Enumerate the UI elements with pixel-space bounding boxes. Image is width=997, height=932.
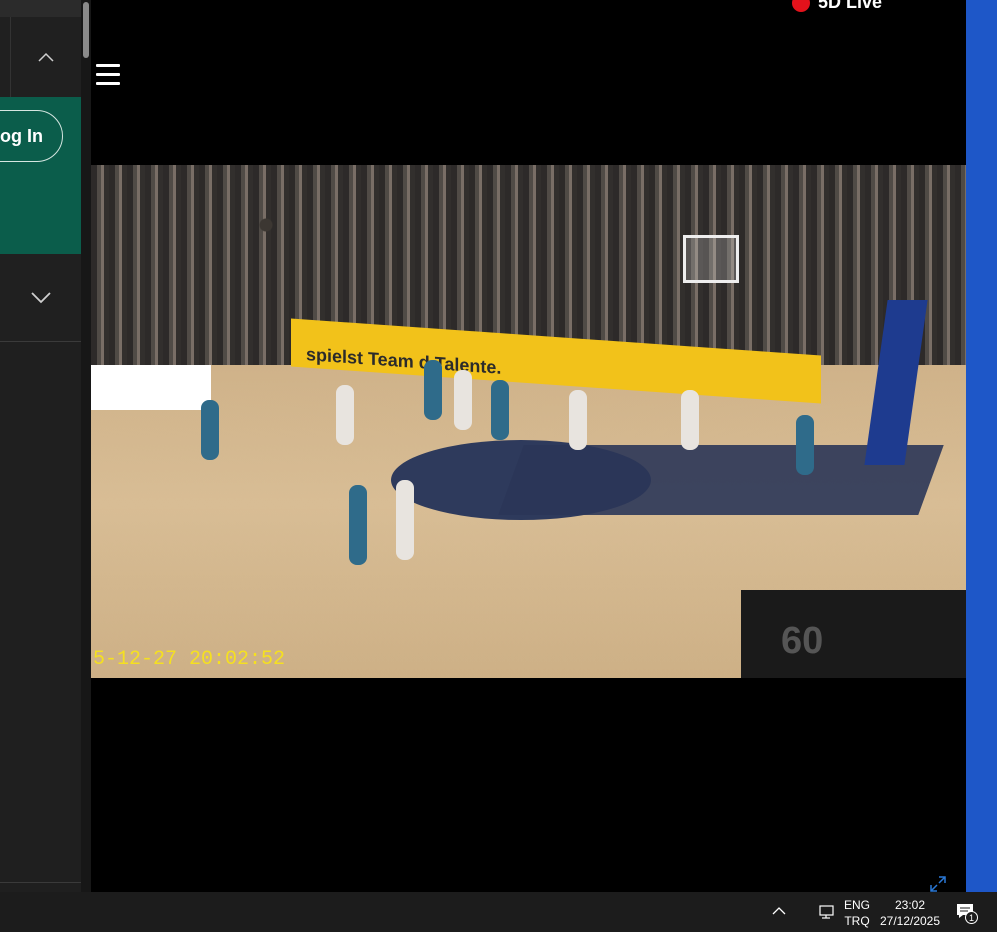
athlete bbox=[201, 400, 219, 460]
hamburger-icon[interactable] bbox=[96, 64, 122, 86]
ad-board-left bbox=[91, 365, 211, 410]
athlete bbox=[491, 380, 509, 440]
sidebar-topbar bbox=[0, 0, 81, 17]
login-button[interactable]: og In bbox=[0, 110, 63, 162]
live-dot-icon bbox=[791, 0, 810, 12]
chevron-up-icon[interactable] bbox=[38, 52, 54, 62]
scoreboard-text: 60 bbox=[781, 620, 824, 662]
chevron-down-icon[interactable] bbox=[31, 292, 51, 304]
fullscreen-icon[interactable] bbox=[930, 876, 948, 892]
sidebar-scrollbar[interactable] bbox=[81, 0, 91, 892]
network-icon[interactable] bbox=[818, 904, 836, 920]
athlete bbox=[796, 415, 814, 475]
keyboard-layout: TRQ bbox=[844, 914, 870, 928]
athlete bbox=[424, 360, 442, 420]
athlete bbox=[336, 385, 354, 445]
language-indicator[interactable]: ENG TRQ bbox=[844, 897, 870, 929]
sidebar-collapse-row[interactable] bbox=[0, 17, 81, 97]
chevron-up-icon[interactable] bbox=[772, 906, 786, 916]
background-window bbox=[966, 0, 997, 892]
sidebar: og In bbox=[0, 0, 91, 892]
basket-icon bbox=[683, 235, 739, 283]
divider bbox=[10, 17, 11, 97]
clock-time: 23:02 bbox=[894, 898, 926, 912]
live-label: 5D Live bbox=[817, 0, 882, 12]
divider bbox=[0, 882, 81, 883]
video-player[interactable]: 5D Live spielst Team d Talente. 5-12-27 … bbox=[91, 0, 966, 892]
video-timestamp: 5-12-27 20:02:52 bbox=[93, 648, 286, 671]
clock-date: 27/12/2025 bbox=[879, 914, 941, 928]
scoreboard-overlay bbox=[741, 590, 966, 678]
language-code: ENG bbox=[844, 898, 871, 912]
login-panel: og In bbox=[0, 97, 81, 254]
athlete bbox=[569, 390, 587, 450]
notification-count-badge: 1 bbox=[965, 911, 978, 924]
taskbar: ENG TRQ 23:02 27/12/2025 1 bbox=[0, 892, 997, 932]
clock[interactable]: 23:02 27/12/2025 bbox=[878, 897, 942, 929]
sidebar-expand-row[interactable] bbox=[0, 254, 81, 342]
video-frame[interactable]: spielst Team d Talente. 5-12-27 20:02:52… bbox=[91, 165, 966, 678]
scrollbar-thumb[interactable] bbox=[83, 2, 89, 58]
athlete bbox=[681, 390, 699, 450]
athlete bbox=[349, 485, 367, 565]
athlete bbox=[454, 370, 472, 430]
athlete bbox=[396, 480, 414, 560]
live-indicator: 5D Live bbox=[791, 0, 882, 13]
notification-center[interactable]: 1 bbox=[955, 902, 978, 924]
